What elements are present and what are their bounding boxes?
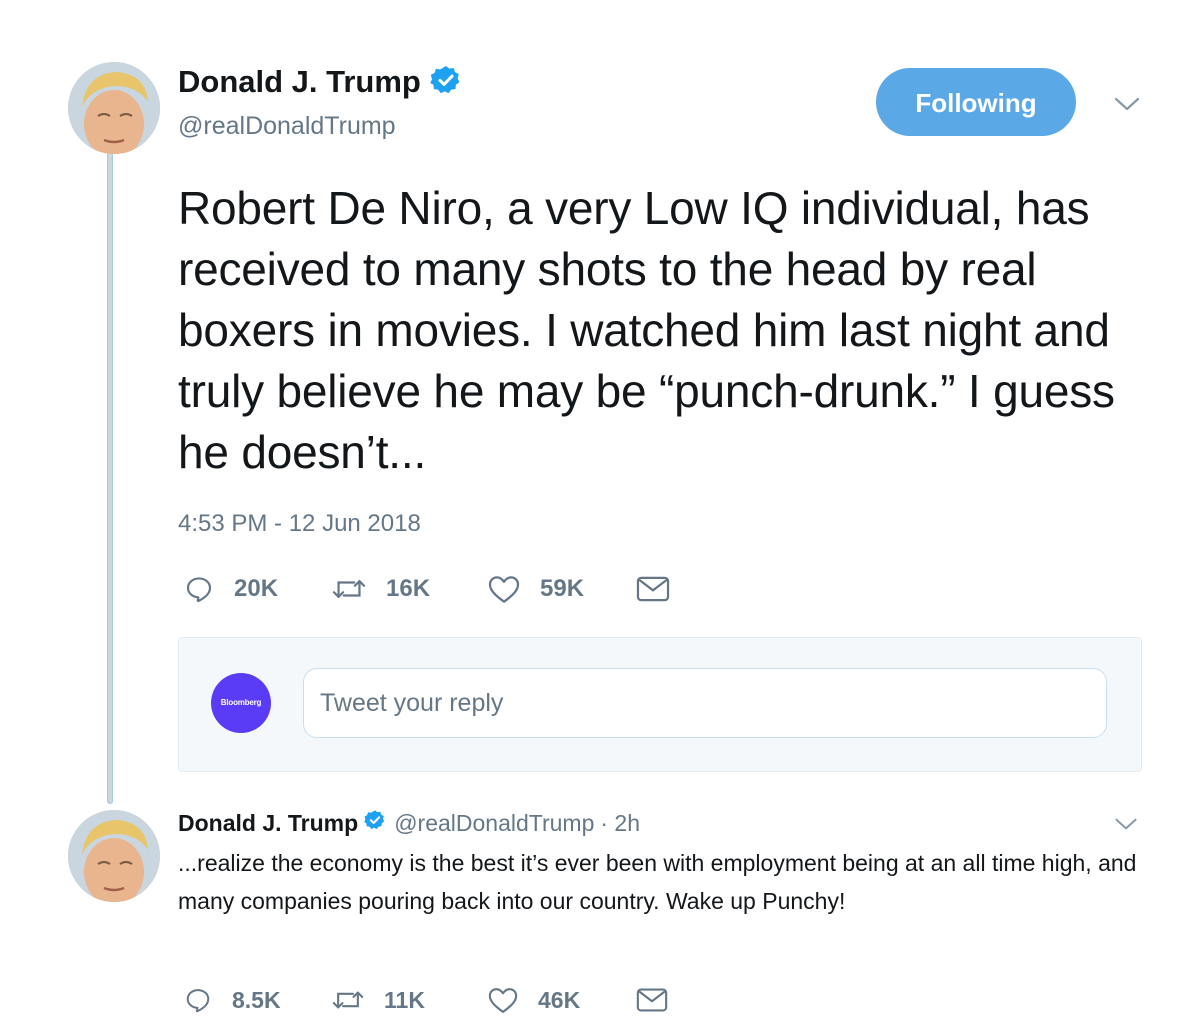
direct-message-icon [636,988,668,1012]
reply-action-2[interactable]: 8.5K [184,986,332,1014]
author-handle-2[interactable]: @realDonaldTrump [394,810,594,837]
tweet2-text: ...realize the economy is the best it’s … [178,850,1137,914]
tweet2-header: Donald J. Trump @realDonaldTrump · 2h [178,806,640,840]
verified-badge-icon [430,64,462,101]
reply-icon [186,989,210,1013]
author-avatar[interactable] [68,62,160,154]
like-icon [488,988,518,1013]
reply-count-2: 8.5K [232,986,281,1013]
verified-badge-icon [364,809,386,837]
author-display-name-2[interactable]: Donald J. Trump [178,810,358,837]
retweet-count-2: 11K [384,986,425,1013]
tweet2-time[interactable]: · 2h [600,810,640,837]
chevron-down-icon[interactable] [1114,96,1140,112]
reply-count: 20K [234,575,279,602]
tweet-actions: 20K 16K 59K [184,572,670,606]
tweet2-actions: 8.5K 11K 46K [184,984,668,1016]
like-icon [488,576,520,603]
retweet-action[interactable]: 16K [332,574,488,604]
thread-connector-line [107,152,113,804]
reply-input[interactable]: Tweet your reply [303,668,1107,738]
like-action[interactable]: 59K [488,574,636,604]
author-display-name[interactable]: Donald J. Trump [178,64,421,100]
retweet-count: 16K [386,575,431,602]
tweet-timestamp[interactable]: 4:53 PM - 12 Jun 2018 [178,510,421,538]
author-avatar-2[interactable] [68,810,160,902]
reply-composer: Bloomberg Tweet your reply [178,637,1142,772]
author-handle[interactable]: @realDonaldTrump [178,112,396,141]
reply-icon [186,577,212,603]
direct-message-action[interactable] [636,575,670,603]
direct-message-action-2[interactable] [636,987,668,1013]
retweet-icon [332,580,366,598]
like-action-2[interactable]: 46K [488,986,636,1014]
like-count: 59K [540,575,585,602]
like-count-2: 46K [538,986,581,1013]
chevron-down-icon[interactable] [1114,817,1138,831]
avatar-portrait [68,810,160,902]
direct-message-icon [636,576,670,602]
author-name-row: Donald J. Trump [178,62,462,102]
retweet-icon [332,991,364,1009]
reply-user-avatar[interactable]: Bloomberg [211,673,271,733]
following-button[interactable]: Following [876,68,1076,136]
tweet-text: Robert De Niro, a very Low IQ individual… [178,182,1115,478]
retweet-action-2[interactable]: 11K [332,986,488,1014]
avatar-portrait [68,62,160,154]
reply-action[interactable]: 20K [184,574,332,604]
